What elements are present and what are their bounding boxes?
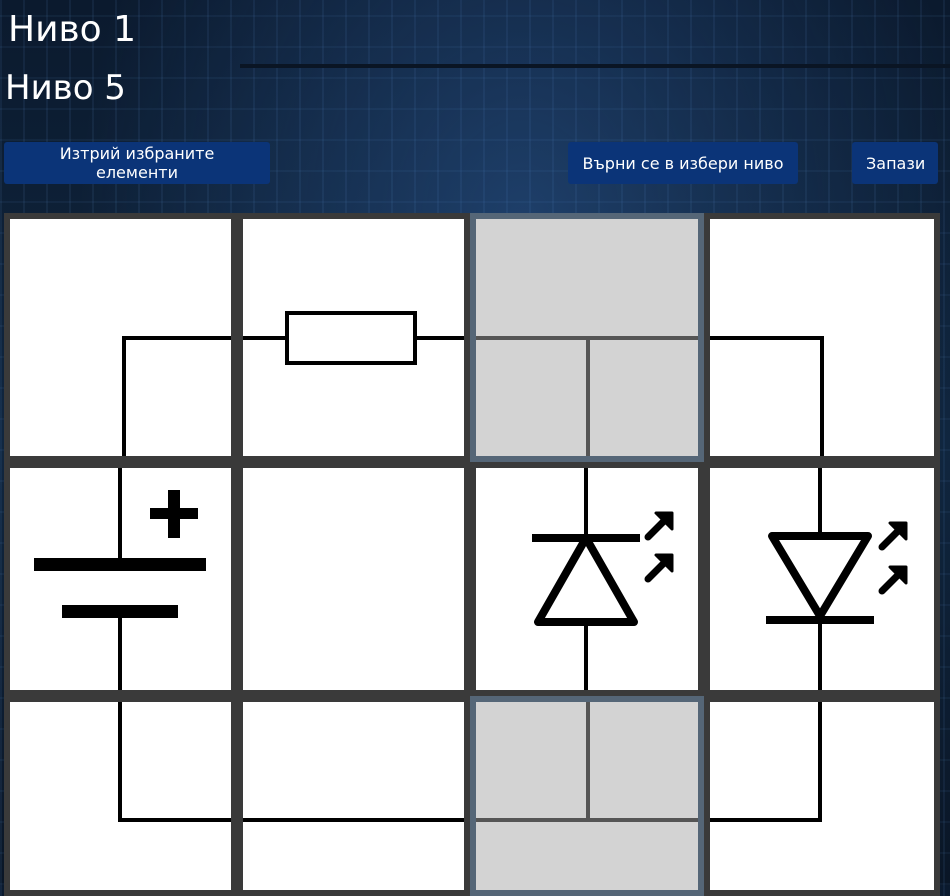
board-cell-wire-horizontal[interactable] [237,696,470,896]
board-cell-empty[interactable] [237,462,470,696]
board-cell-wire-corner-up-left[interactable] [704,696,940,896]
wire-corner-left-down-symbol [710,336,824,456]
board-cell-wire-corner-left-down[interactable] [704,213,940,462]
empty-symbol [237,462,470,696]
board-cell-led-down[interactable] [704,462,940,696]
wire-horizontal-symbol [243,818,464,822]
led-up-symbol [532,468,674,690]
board-cell-wire-corner-up-right[interactable] [4,696,237,896]
board-cell-wire-tee-up[interactable] [470,696,704,896]
board-cell-wire-corner-right-down[interactable] [4,213,237,462]
resistor-horizontal-symbol [243,311,464,365]
wire-corner-right-down-symbol [122,336,231,456]
board-cell-led-up[interactable] [470,462,704,696]
wire-tee-down-symbol [476,336,698,456]
wire-corner-up-left-symbol [710,702,822,822]
wire-corner-up-right-symbol [118,702,231,822]
battery-vertical-symbol [34,468,206,690]
circuit-board [0,0,950,896]
board-cell-wire-tee-down[interactable] [470,213,704,462]
led-down-symbol [766,468,908,690]
board-cell-resistor-horizontal[interactable] [237,213,470,462]
board-cell-battery-vertical[interactable] [4,462,237,696]
wire-tee-up-symbol [476,702,698,822]
